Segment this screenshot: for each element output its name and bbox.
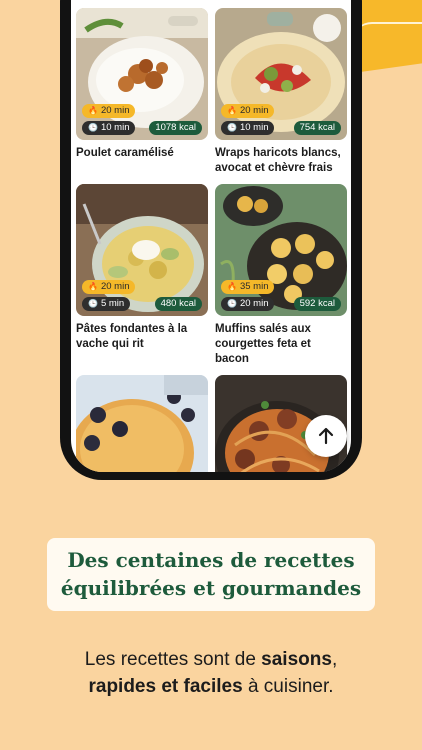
kcal-badge: 592 kcal [293,297,341,311]
cook-time-badge: 🕒 5 min [82,297,131,311]
recipe-title: Poulet caramélisé [76,147,174,159]
prep-time-badge: 🔥 20 min [82,104,136,118]
clock-icon: 🕒 [88,123,98,132]
subtitle: Les recettes sont de saisons, rapides et… [30,646,392,700]
phone-screen: 🔥 20 min 🕒 10 min 1078 kcal Poulet caram… [71,0,351,472]
headline-box: Des centaines de recettes équilibrées et… [47,538,375,611]
recipe-title: Muffins salés aux courgettes feta et bac… [215,323,311,365]
subtitle-bold-quick: rapides et faciles [88,676,243,697]
kcal-badge: 480 kcal [154,297,202,311]
prep-time: 20 min [239,105,269,116]
recipe-image: 🔥 20 min 🕒 5 min 480 kcal [76,184,208,316]
flame-icon: 🔥 [88,282,98,291]
subtitle-bold-seasons: saisons [261,649,332,670]
recipe-image: 🔥 20 min 🕒 10 min 1078 kcal [76,8,208,140]
cook-time: 5 min [100,298,125,309]
flame-icon: 🔥 [88,106,98,115]
cook-time: 10 min [100,122,130,133]
clock-icon: 🕒 [227,123,237,132]
headline-line-1: Des centaines de recettes [67,548,355,572]
subtitle-comma: , [331,649,338,670]
clock-icon: 🕒 [88,299,98,308]
recipe-image [76,375,208,472]
headline: Des centaines de recettes équilibrées et… [47,546,375,602]
prep-time-badge: 🔥 20 min [221,104,275,118]
recipe-card-crepes[interactable] [76,375,208,472]
flame-icon: 🔥 [227,106,237,115]
arrow-up-icon [318,427,334,445]
kcal-value: 592 kcal [299,298,335,309]
scroll-to-top-button[interactable] [305,415,347,457]
kcal-badge: 754 kcal [293,121,341,135]
recipe-image: 🔥 35 min 🕒 20 min 592 kcal [215,184,347,316]
cook-time-badge: 🕒 10 min [82,121,136,135]
cook-time-badge: 🕒 10 min [221,121,275,135]
clock-icon: 🕒 [227,299,237,308]
prep-time-badge: 🔥 35 min [221,280,275,294]
decorative-line [352,22,422,42]
recipe-title: Wraps haricots blancs, avocat et chèvre … [215,147,341,174]
kcal-value: 754 kcal [299,122,335,133]
kcal-value: 480 kcal [160,298,196,309]
kcal-value: 1078 kcal [155,122,196,133]
recipe-card-wraps[interactable]: 🔥 20 min 🕒 10 min 754 kcal Wraps haricot… [215,8,347,176]
cook-time: 10 min [239,122,269,133]
recipe-title: Pâtes fondantes à la vache qui rit [76,323,188,350]
recipe-card-muffins[interactable]: 🔥 35 min 🕒 20 min 592 kcal Muffins salés… [215,184,347,367]
kcal-badge: 1078 kcal [149,121,202,135]
flame-icon: 🔥 [227,282,237,291]
subtitle-text: Les recettes sont de [84,649,262,670]
headline-line-2: équilibrées et gourmandes [60,576,362,600]
recipe-image: 🔥 20 min 🕒 10 min 754 kcal [215,8,347,140]
prep-time: 20 min [100,281,130,292]
cook-time-badge: 🕒 20 min [221,297,275,311]
subtitle-text-end: à cuisiner. [242,676,334,697]
prep-time-badge: 🔥 20 min [82,280,136,294]
prep-time: 35 min [239,281,269,292]
recipe-card-poulet[interactable]: 🔥 20 min 🕒 10 min 1078 kcal Poulet caram… [76,8,208,161]
cook-time: 20 min [239,298,269,309]
recipe-card-pates[interactable]: 🔥 20 min 🕒 5 min 480 kcal Pâtes fondante… [76,184,208,352]
prep-time: 20 min [100,105,130,116]
